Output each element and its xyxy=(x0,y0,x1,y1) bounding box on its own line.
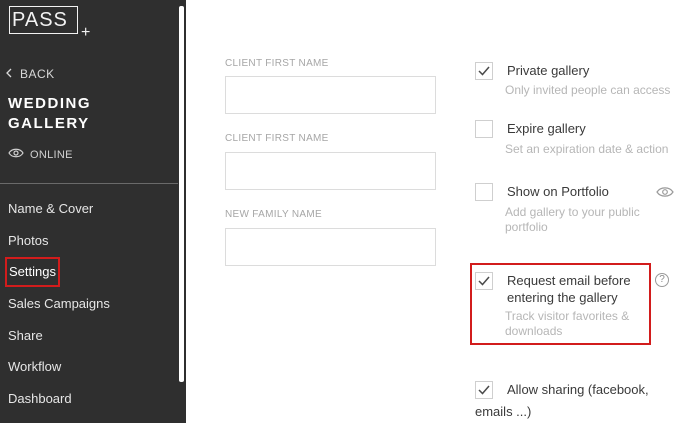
sidebar-item-label: Sales Campaigns xyxy=(8,296,110,312)
new-family-name-input[interactable] xyxy=(225,228,436,266)
private-gallery-checkbox[interactable] xyxy=(475,62,493,80)
sidebar-item-settings[interactable]: Settings xyxy=(0,257,178,292)
private-gallery-desc: Only invited people can access xyxy=(505,83,671,97)
sidebar-item-workflow[interactable]: Workflow xyxy=(0,355,178,387)
option-allow-sharing: Allow sharing (facebook, emails ...) xyxy=(475,381,681,421)
question-icon[interactable]: ? xyxy=(655,273,669,287)
sidebar-item-dashboard[interactable]: Dashboard xyxy=(0,387,178,419)
show-on-portfolio-checkbox[interactable] xyxy=(475,183,493,201)
sidebar-item-share[interactable]: Share xyxy=(0,324,178,356)
status-badge: ONLINE xyxy=(8,148,73,161)
sidebar-nav: Name & Cover Photos Settings Sales Campa… xyxy=(0,197,178,419)
show-on-portfolio-title: Show on Portfolio xyxy=(507,184,609,199)
sidebar-item-label: Settings xyxy=(5,257,60,288)
show-on-portfolio-desc: Add gallery to your public portfolio xyxy=(505,205,640,234)
logo-plus: + xyxy=(81,24,91,41)
sidebar-item-label: Workflow xyxy=(8,359,62,375)
expire-gallery-desc: Set an expiration date & action xyxy=(505,142,669,156)
logo-text: PASS xyxy=(12,9,68,31)
sidebar: PASS + BACK WEDDING GALLERY ONLINE Name … xyxy=(0,0,186,423)
allow-sharing-title: Allow sharing (facebook, emails ...) xyxy=(475,382,649,419)
logo[interactable]: PASS + xyxy=(9,6,91,41)
client-first-name-input-2[interactable] xyxy=(225,152,436,190)
option-show-on-portfolio: Show on Portfolio Add gallery to your pu… xyxy=(475,183,681,235)
expire-gallery-title: Expire gallery xyxy=(507,121,586,136)
checkmark-icon xyxy=(478,66,490,76)
status-text: ONLINE xyxy=(30,148,73,161)
private-gallery-title: Private gallery xyxy=(507,63,590,78)
sidebar-item-photos[interactable]: Photos xyxy=(0,229,178,261)
sidebar-scrollbar[interactable] xyxy=(179,6,184,382)
option-expire-gallery: Expire gallery Set an expiration date & … xyxy=(475,120,681,160)
sidebar-item-label: Name & Cover xyxy=(8,201,94,216)
chevron-left-icon xyxy=(5,66,12,81)
expire-gallery-checkbox[interactable] xyxy=(475,120,493,138)
client-first-name-input[interactable] xyxy=(225,76,436,114)
eye-icon[interactable] xyxy=(656,185,674,203)
new-family-name-label: NEW FAMILY NAME xyxy=(225,209,322,220)
client-first-name-label-2: CLIENT FIRST NAME xyxy=(225,133,329,144)
eye-icon xyxy=(8,148,24,161)
client-first-name-label: CLIENT FIRST NAME xyxy=(225,58,329,69)
sidebar-item-label: Share xyxy=(8,327,43,343)
gallery-title: WEDDING GALLERY xyxy=(8,95,91,132)
sidebar-item-sales-campaigns[interactable]: Sales Campaigns xyxy=(0,292,178,324)
back-label: BACK xyxy=(20,66,55,81)
sidebar-item-label: Photos xyxy=(8,232,49,248)
back-link[interactable]: BACK xyxy=(5,66,55,81)
sidebar-item-label: Dashboard xyxy=(8,391,72,407)
option-private-gallery: Private gallery Only invited people can … xyxy=(475,62,681,102)
highlight-box xyxy=(470,263,651,345)
sidebar-item-name-cover[interactable]: Name & Cover xyxy=(0,197,178,229)
sidebar-divider xyxy=(0,183,178,184)
